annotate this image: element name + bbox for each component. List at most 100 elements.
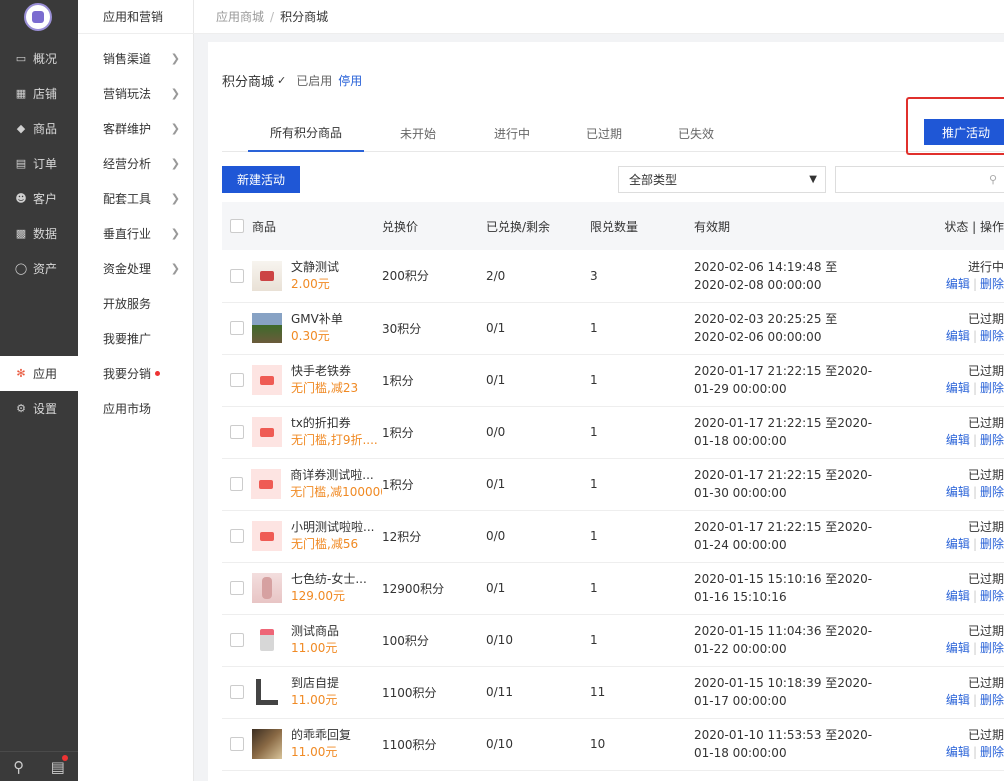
product-thumbnail [252, 729, 282, 759]
sidebar-item-label: 我要分销 [103, 367, 152, 381]
edit-link[interactable]: 编辑 [946, 589, 970, 603]
row-checkbox[interactable] [230, 529, 244, 543]
tab-all[interactable]: 所有积分商品 [248, 114, 364, 152]
nav-item-store[interactable]: ▦ 店铺 [0, 76, 78, 111]
product-thumbnail [252, 677, 282, 707]
row-checkbox[interactable] [230, 737, 244, 751]
valid-period-start: 2020-01-10 11:53:53 至2020- [694, 728, 873, 742]
delete-link[interactable]: 删除 [980, 745, 1004, 759]
edit-link[interactable]: 编辑 [946, 745, 970, 759]
nav-item-chart[interactable]: ▩ 数据 [0, 216, 78, 251]
product-price: 无门槛,打9折.... [291, 433, 378, 447]
edit-link[interactable]: 编辑 [946, 641, 970, 655]
edit-link[interactable]: 编辑 [946, 433, 970, 447]
delete-link[interactable]: 删除 [980, 485, 1004, 499]
product-name[interactable]: tx的折扣券 [291, 415, 378, 432]
edit-link[interactable]: 编辑 [946, 537, 970, 551]
promote-activity-button[interactable]: 推广活动 [924, 119, 1004, 145]
search-icon[interactable]: ⚲ [13, 758, 24, 776]
product-name[interactable]: 商详券测试啦... [290, 467, 382, 484]
chevron-right-icon: ❯ [170, 157, 180, 170]
breadcrumb-parent[interactable]: 应用商城 [216, 8, 264, 25]
tab-invalid[interactable]: 已失效 [666, 114, 726, 152]
row-checkbox[interactable] [230, 685, 244, 699]
product-name[interactable]: 文静测试 [291, 259, 339, 276]
limit-count: 1 [590, 373, 598, 387]
sidebar-item[interactable]: 经营分析 ❯ [78, 146, 194, 181]
nav-item-monitor[interactable]: ▭ 概况 [0, 41, 78, 76]
sidebar-item[interactable]: 应用市场 [78, 391, 194, 426]
row-checkbox[interactable] [230, 633, 244, 647]
delete-link[interactable]: 删除 [980, 589, 1004, 603]
nav-item-apps[interactable]: ✻ 应用 [0, 356, 78, 391]
new-dot [155, 371, 161, 376]
chevron-right-icon: ❯ [170, 192, 180, 205]
sidebar-item[interactable]: 营销玩法 ❯ [78, 76, 194, 111]
nav-item-label: 数据 [33, 227, 58, 241]
product-name[interactable]: 快手老铁券 [291, 363, 358, 380]
delete-link[interactable]: 删除 [980, 433, 1004, 447]
valid-period-end: 01-30 00:00:00 [694, 486, 787, 500]
row-checkbox[interactable] [230, 425, 244, 439]
currency-icon: ◯ [14, 262, 28, 275]
edit-link[interactable]: 编辑 [946, 485, 970, 499]
breadcrumb-separator: / [270, 9, 275, 24]
sidebar-item[interactable]: 客群维护 ❯ [78, 111, 194, 146]
valid-period-end: 01-18 00:00:00 [694, 434, 787, 448]
delete-link[interactable]: 删除 [980, 381, 1004, 395]
nav-item-tag[interactable]: ◆ 商品 [0, 111, 78, 146]
status-badge: 已过期 [967, 728, 1004, 742]
tab-in-progress[interactable]: 进行中 [482, 114, 542, 152]
chevron-right-icon: ❯ [170, 227, 180, 240]
sidebar-item[interactable]: 销售渠道 ❯ [78, 41, 194, 76]
product-name[interactable]: 小明测试啦啦... [291, 519, 374, 536]
product-name[interactable]: 七色纺-女士... [291, 571, 367, 588]
message-icon[interactable]: ▤ [51, 754, 68, 776]
sidebar-item[interactable]: 垂直行业 ❯ [78, 216, 194, 251]
nav-item-user[interactable]: ☻ 客户 [0, 181, 78, 216]
sidebar-item[interactable]: 资金处理 ❯ [78, 251, 194, 286]
product-thumbnail [251, 469, 282, 499]
edit-link[interactable]: 编辑 [946, 693, 970, 707]
delete-link[interactable]: 删除 [980, 329, 1004, 343]
sidebar-item[interactable]: 我要推广 [78, 321, 194, 356]
delete-link[interactable]: 删除 [980, 641, 1004, 655]
tab-expired[interactable]: 已过期 [574, 114, 634, 152]
delete-link[interactable]: 删除 [980, 277, 1004, 291]
row-checkbox[interactable] [230, 581, 244, 595]
notification-dot [61, 754, 68, 761]
product-name[interactable]: 到店自提 [291, 675, 339, 692]
column-header: 已兑换/剩余 [486, 219, 551, 234]
sidebar-item-label: 开放服务 [103, 297, 152, 311]
nav-item-gear[interactable]: ⚙ 设置 [0, 391, 78, 426]
new-activity-button[interactable]: 新建活动 [222, 166, 300, 193]
row-checkbox[interactable] [230, 268, 244, 283]
edit-link[interactable]: 编辑 [946, 329, 970, 343]
store-logo[interactable] [24, 3, 52, 31]
edit-link[interactable]: 编辑 [946, 381, 970, 395]
delete-link[interactable]: 删除 [980, 537, 1004, 551]
product-name[interactable]: 的乖乖回复 [291, 727, 351, 744]
nav-item-label: 概况 [33, 52, 58, 66]
sidebar-item[interactable]: 我要分销 [78, 356, 194, 391]
row-checkbox[interactable] [230, 477, 244, 491]
sidebar-item[interactable]: 开放服务 [78, 286, 194, 321]
nav-item-currency[interactable]: ◯ 资产 [0, 251, 78, 286]
points-price: 1积分 [382, 477, 414, 492]
nav-item-order[interactable]: ▤ 订单 [0, 146, 78, 181]
type-select[interactable]: 全部类型 ▼ [618, 166, 826, 193]
divider: | [972, 433, 977, 447]
row-checkbox[interactable] [230, 321, 244, 335]
search-input[interactable]: ⚲ [835, 166, 1004, 193]
delete-link[interactable]: 删除 [980, 693, 1004, 707]
product-price: 无门槛,减23 [291, 381, 359, 395]
status-badge: 已过期 [967, 416, 1004, 430]
disable-link[interactable]: 停用 [338, 72, 362, 89]
edit-link[interactable]: 编辑 [946, 277, 970, 291]
product-name[interactable]: 测试商品 [291, 623, 339, 640]
row-checkbox[interactable] [230, 373, 244, 387]
product-name[interactable]: GMV补单 [291, 311, 343, 328]
tab-not-started[interactable]: 未开始 [388, 114, 448, 152]
sidebar-item[interactable]: 配套工具 ❯ [78, 181, 194, 216]
select-all-checkbox[interactable] [230, 219, 244, 233]
